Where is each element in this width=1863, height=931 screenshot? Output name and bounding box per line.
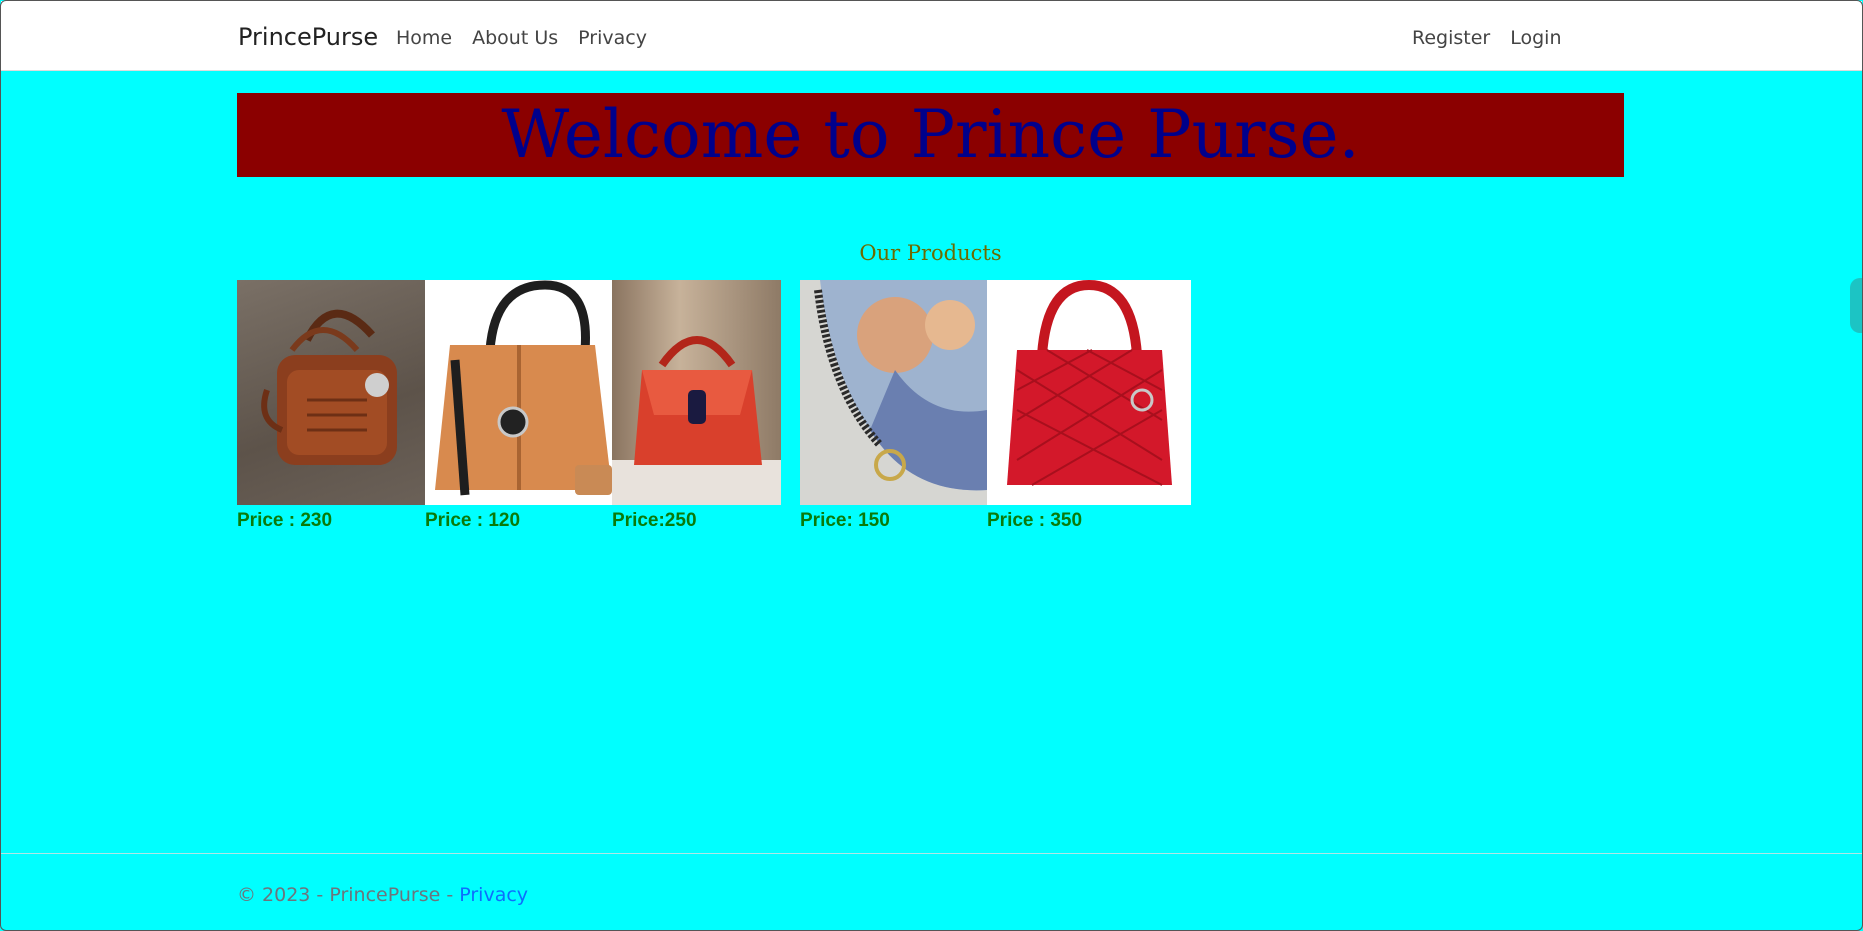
footer-text: © 2023 - PrincePurse - Privacy (237, 884, 528, 906)
auth-links: Register Login (1412, 27, 1582, 49)
brown-leather-handbag-image[interactable] (237, 280, 425, 505)
product-price: Price:250 (612, 510, 697, 531)
tan-tote-bag-image[interactable] (425, 280, 612, 505)
nav-links: Home About Us Privacy (396, 27, 667, 49)
brand-link[interactable]: PrincePurse (238, 23, 378, 51)
product-card[interactable]: Price : 350 (987, 280, 1191, 531)
product-price: Price : 230 (237, 510, 333, 531)
footer: © 2023 - PrincePurse - Privacy (1, 853, 1862, 930)
red-top-handle-bag-image[interactable] (612, 280, 781, 505)
product-card[interactable]: Price : 230 (237, 280, 425, 531)
nav-privacy-link[interactable]: Privacy (578, 27, 647, 49)
welcome-banner: Welcome to Prince Purse. (237, 93, 1624, 177)
scroll-handle[interactable] (1850, 278, 1863, 333)
brown-leather-handbag-icon (261, 309, 397, 465)
register-link[interactable]: Register (1412, 27, 1490, 49)
products-heading: Our Products (859, 241, 1002, 265)
login-link[interactable]: Login (1510, 27, 1561, 49)
red-quilted-handbag-icon (1007, 280, 1172, 486)
red-quilted-handbag-image[interactable] (987, 280, 1191, 505)
product-price: Price: 150 (800, 510, 890, 531)
photo-print-zip-pouch-image[interactable] (800, 280, 987, 505)
copyright-text: © 2023 - PrincePurse - (237, 884, 460, 906)
product-card[interactable]: Price : 120 (425, 280, 612, 531)
welcome-heading: Welcome to Prince Purse. (501, 96, 1360, 173)
product-price: Price : 120 (425, 510, 521, 531)
nav-about-link[interactable]: About Us (472, 27, 558, 49)
product-price: Price : 350 (987, 510, 1083, 531)
red-top-handle-bag-icon (612, 336, 781, 505)
tan-tote-bag-icon (435, 280, 612, 496)
product-card[interactable]: Price: 150 (800, 280, 987, 531)
nav-home-link[interactable]: Home (396, 27, 452, 49)
photo-print-zip-pouch-icon (814, 280, 987, 491)
product-card[interactable]: Price:250 (612, 280, 781, 531)
footer-privacy-link[interactable]: Privacy (459, 884, 528, 906)
top-navbar: PrincePurse Home About Us Privacy Regist… (1, 1, 1862, 71)
